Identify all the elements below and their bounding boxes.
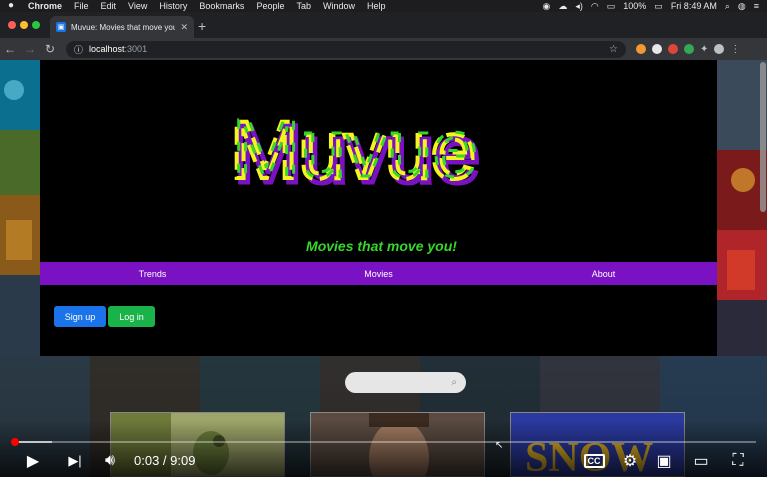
browser-tab-strip: ▣ Muvue: Movies that move you! ✕ +	[0, 12, 767, 38]
signup-button[interactable]: Sign up	[54, 306, 106, 327]
back-arrow-icon[interactable]: ←	[0, 42, 20, 56]
reload-icon[interactable]: ↻	[40, 42, 60, 56]
web-page: Muvue Muvue Muvue Movies that move you! …	[0, 60, 767, 477]
extension-orange-icon[interactable]	[636, 44, 646, 54]
fullscreen-icon[interactable]: ⛶	[727, 451, 749, 471]
window-zoom-button[interactable]	[32, 21, 40, 29]
movie-search-input[interactable]: ⌕	[345, 372, 466, 393]
video-timecode: 0:03 / 9:09	[134, 453, 196, 468]
nav-link-about[interactable]: About	[581, 269, 626, 279]
menu-history[interactable]: History	[153, 0, 193, 12]
menu-chrome[interactable]: Chrome	[22, 0, 68, 12]
menubar-clock[interactable]: Fri 8:49 AM	[671, 0, 717, 12]
menu-help[interactable]: Help	[361, 0, 392, 12]
airplay-icon[interactable]: ▭	[607, 0, 616, 12]
url-port: :3001	[124, 44, 148, 54]
window-close-button[interactable]	[8, 21, 16, 29]
nav-link-trends[interactable]: Trends	[130, 269, 175, 279]
menu-view[interactable]: View	[122, 0, 153, 12]
forward-arrow-icon[interactable]: →	[20, 42, 40, 56]
site-info-icon[interactable]: ⓘ	[74, 43, 83, 56]
volume-icon[interactable]: ◂)	[575, 0, 583, 12]
video-progress-track[interactable]	[11, 441, 756, 443]
spotlight-search-icon[interactable]: ⌕	[725, 0, 730, 12]
battery-percent: 100%	[623, 1, 647, 11]
search-icon[interactable]: ⌕	[451, 377, 457, 388]
volume-icon[interactable]: 🔊︎	[99, 451, 121, 471]
muvue-logo: Muvue Muvue Muvue	[230, 108, 483, 193]
control-center-icon[interactable]: ≡	[754, 0, 759, 12]
site-favicon-icon: ▣	[56, 22, 66, 32]
menu-people[interactable]: People	[250, 0, 290, 12]
url-host: localhost	[89, 44, 125, 54]
extensions-area: ✦ ⋮	[636, 44, 740, 55]
profile-avatar[interactable]	[714, 44, 725, 54]
mouse-pointer-icon: ↖	[495, 440, 504, 451]
record-icon[interactable]: ◉	[543, 0, 551, 12]
left-poster-collage	[0, 60, 40, 360]
site-tagline: Movies that move you!	[306, 238, 457, 254]
site-header: Muvue Muvue Muvue Movies that move you! …	[40, 60, 717, 356]
miniplayer-icon[interactable]: ▣	[653, 451, 675, 471]
bookmark-star-icon[interactable]: ☆	[609, 44, 618, 55]
macos-menu-bar: ● Chrome File Edit View History Bookmark…	[0, 0, 767, 12]
settings-gear-icon[interactable]: ⚙	[619, 451, 641, 471]
login-button[interactable]: Log in	[108, 306, 155, 327]
apple-menu-icon[interactable]: ●	[0, 0, 22, 12]
extension-red-icon[interactable]	[668, 44, 678, 54]
extensions-puzzle-icon[interactable]: ✦	[700, 44, 708, 55]
next-video-icon[interactable]: ▶|	[64, 451, 86, 471]
captions-icon: CC	[583, 454, 605, 468]
page-scrollbar[interactable]	[760, 62, 766, 212]
tab-title: Muvue: Movies that move you!	[71, 22, 176, 32]
browser-menu-icon[interactable]: ⋮	[730, 44, 740, 55]
siri-icon[interactable]: ◍	[738, 0, 746, 12]
menu-tab[interactable]: Tab	[290, 0, 317, 12]
wifi-icon[interactable]: ◠	[591, 0, 599, 12]
menu-file[interactable]: File	[68, 0, 95, 12]
battery-icon[interactable]: ▭	[654, 0, 663, 12]
play-icon[interactable]: ▶	[22, 451, 44, 471]
tab-close-icon[interactable]: ✕	[180, 22, 188, 33]
extension-green-icon[interactable]	[684, 44, 694, 54]
extension-white-icon[interactable]	[652, 44, 662, 54]
window-minimize-button[interactable]	[20, 21, 28, 29]
address-bar[interactable]: ⓘ localhost:3001 ☆	[66, 40, 626, 58]
menu-window[interactable]: Window	[317, 0, 361, 12]
browser-tab-active[interactable]: ▣ Muvue: Movies that move you! ✕	[50, 16, 194, 38]
new-tab-button[interactable]: +	[198, 18, 206, 34]
browser-toolbar: ← → ↻ ⓘ localhost:3001 ☆ ✦ ⋮	[0, 38, 767, 60]
menu-bookmarks[interactable]: Bookmarks	[193, 0, 250, 12]
logo-text-green: Muvue	[232, 108, 478, 193]
cloud-icon[interactable]: ☁	[558, 0, 567, 12]
site-nav-bar: Trends Movies About	[40, 262, 717, 285]
nav-link-movies[interactable]: Movies	[356, 269, 401, 279]
menu-edit[interactable]: Edit	[95, 0, 123, 12]
theater-mode-icon[interactable]: ▭	[690, 451, 712, 471]
captions-button[interactable]: CC	[583, 451, 605, 471]
